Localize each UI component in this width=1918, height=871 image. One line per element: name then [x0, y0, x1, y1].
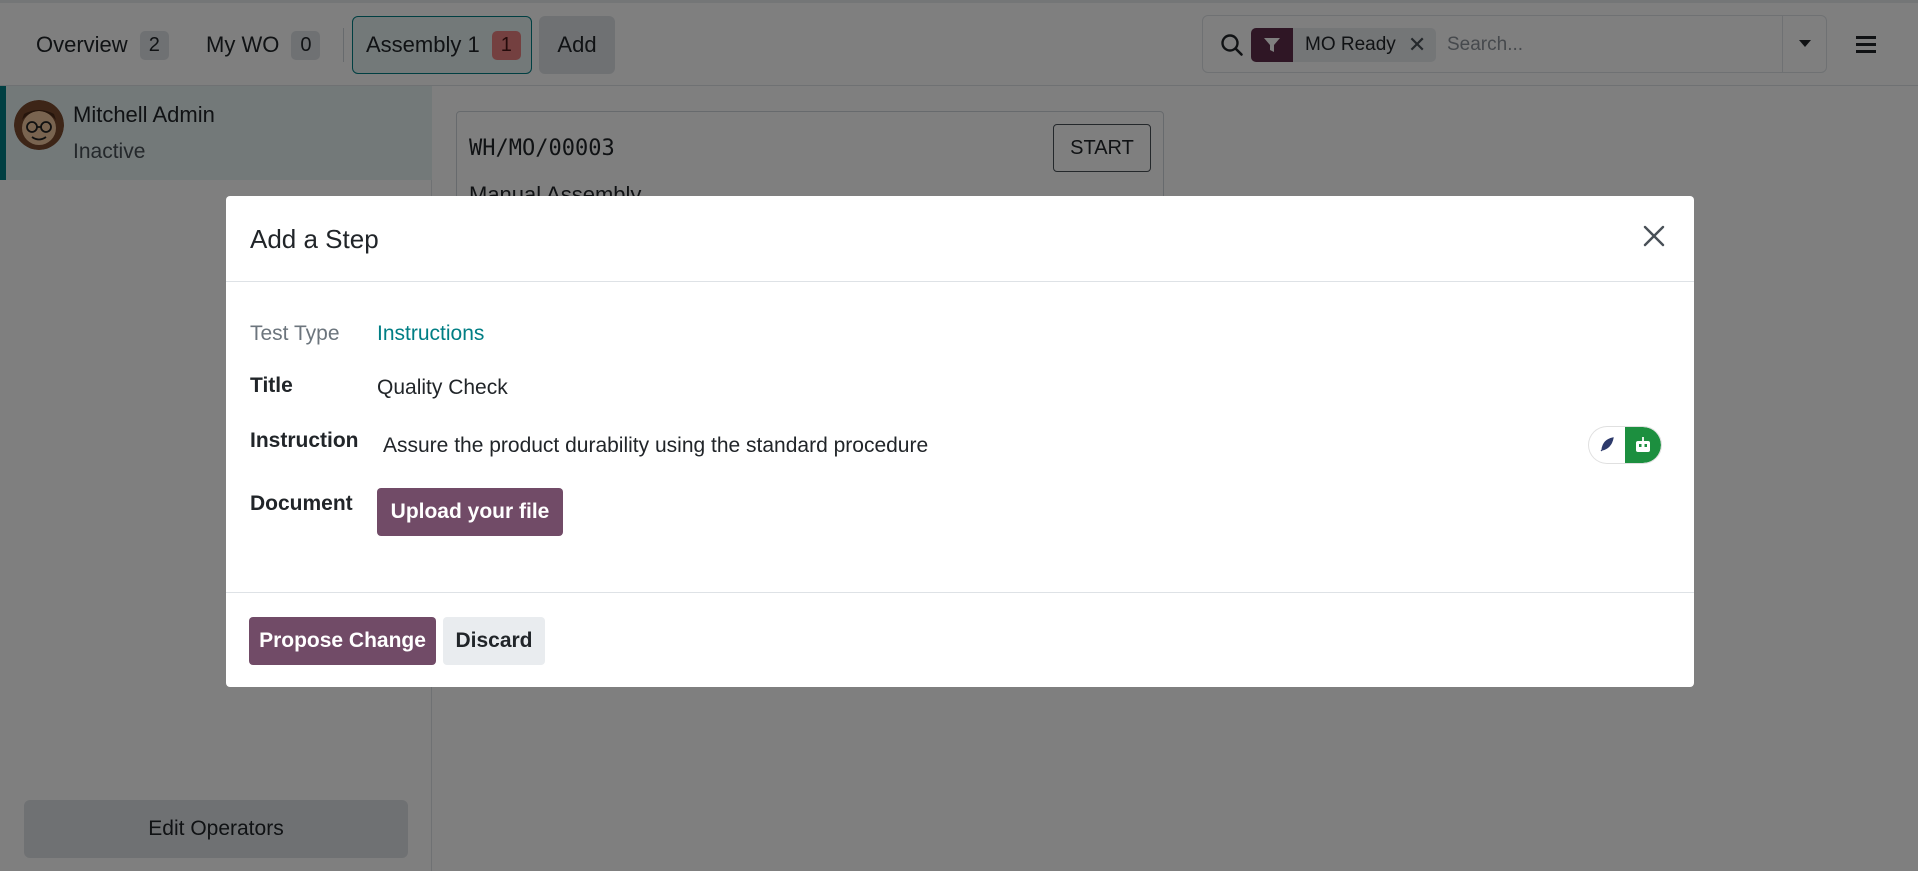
test-type-label: Test Type — [250, 322, 340, 345]
instruction-label: Instruction — [250, 429, 359, 452]
title-field[interactable]: Quality Check — [377, 376, 508, 400]
dialog-header: Add a Step — [226, 196, 1694, 282]
dialog-title: Add a Step — [250, 224, 379, 254]
title-label: Title — [250, 374, 293, 397]
close-icon[interactable] — [1636, 218, 1672, 254]
ai-assist-toggle[interactable] — [1589, 427, 1661, 463]
robot-icon — [1625, 427, 1661, 463]
feather-icon — [1589, 427, 1625, 463]
test-type-value[interactable]: Instructions — [377, 322, 484, 346]
discard-button[interactable]: Discard — [443, 617, 545, 665]
add-step-dialog: Add a Step Test Type Instructions Title … — [226, 196, 1694, 687]
instruction-field[interactable]: Assure the product durability using the … — [383, 434, 928, 458]
dialog-footer: Propose Change Discard — [226, 592, 1694, 687]
propose-change-button[interactable]: Propose Change — [249, 617, 436, 665]
document-label: Document — [250, 492, 353, 515]
upload-file-button[interactable]: Upload your file — [377, 488, 563, 536]
